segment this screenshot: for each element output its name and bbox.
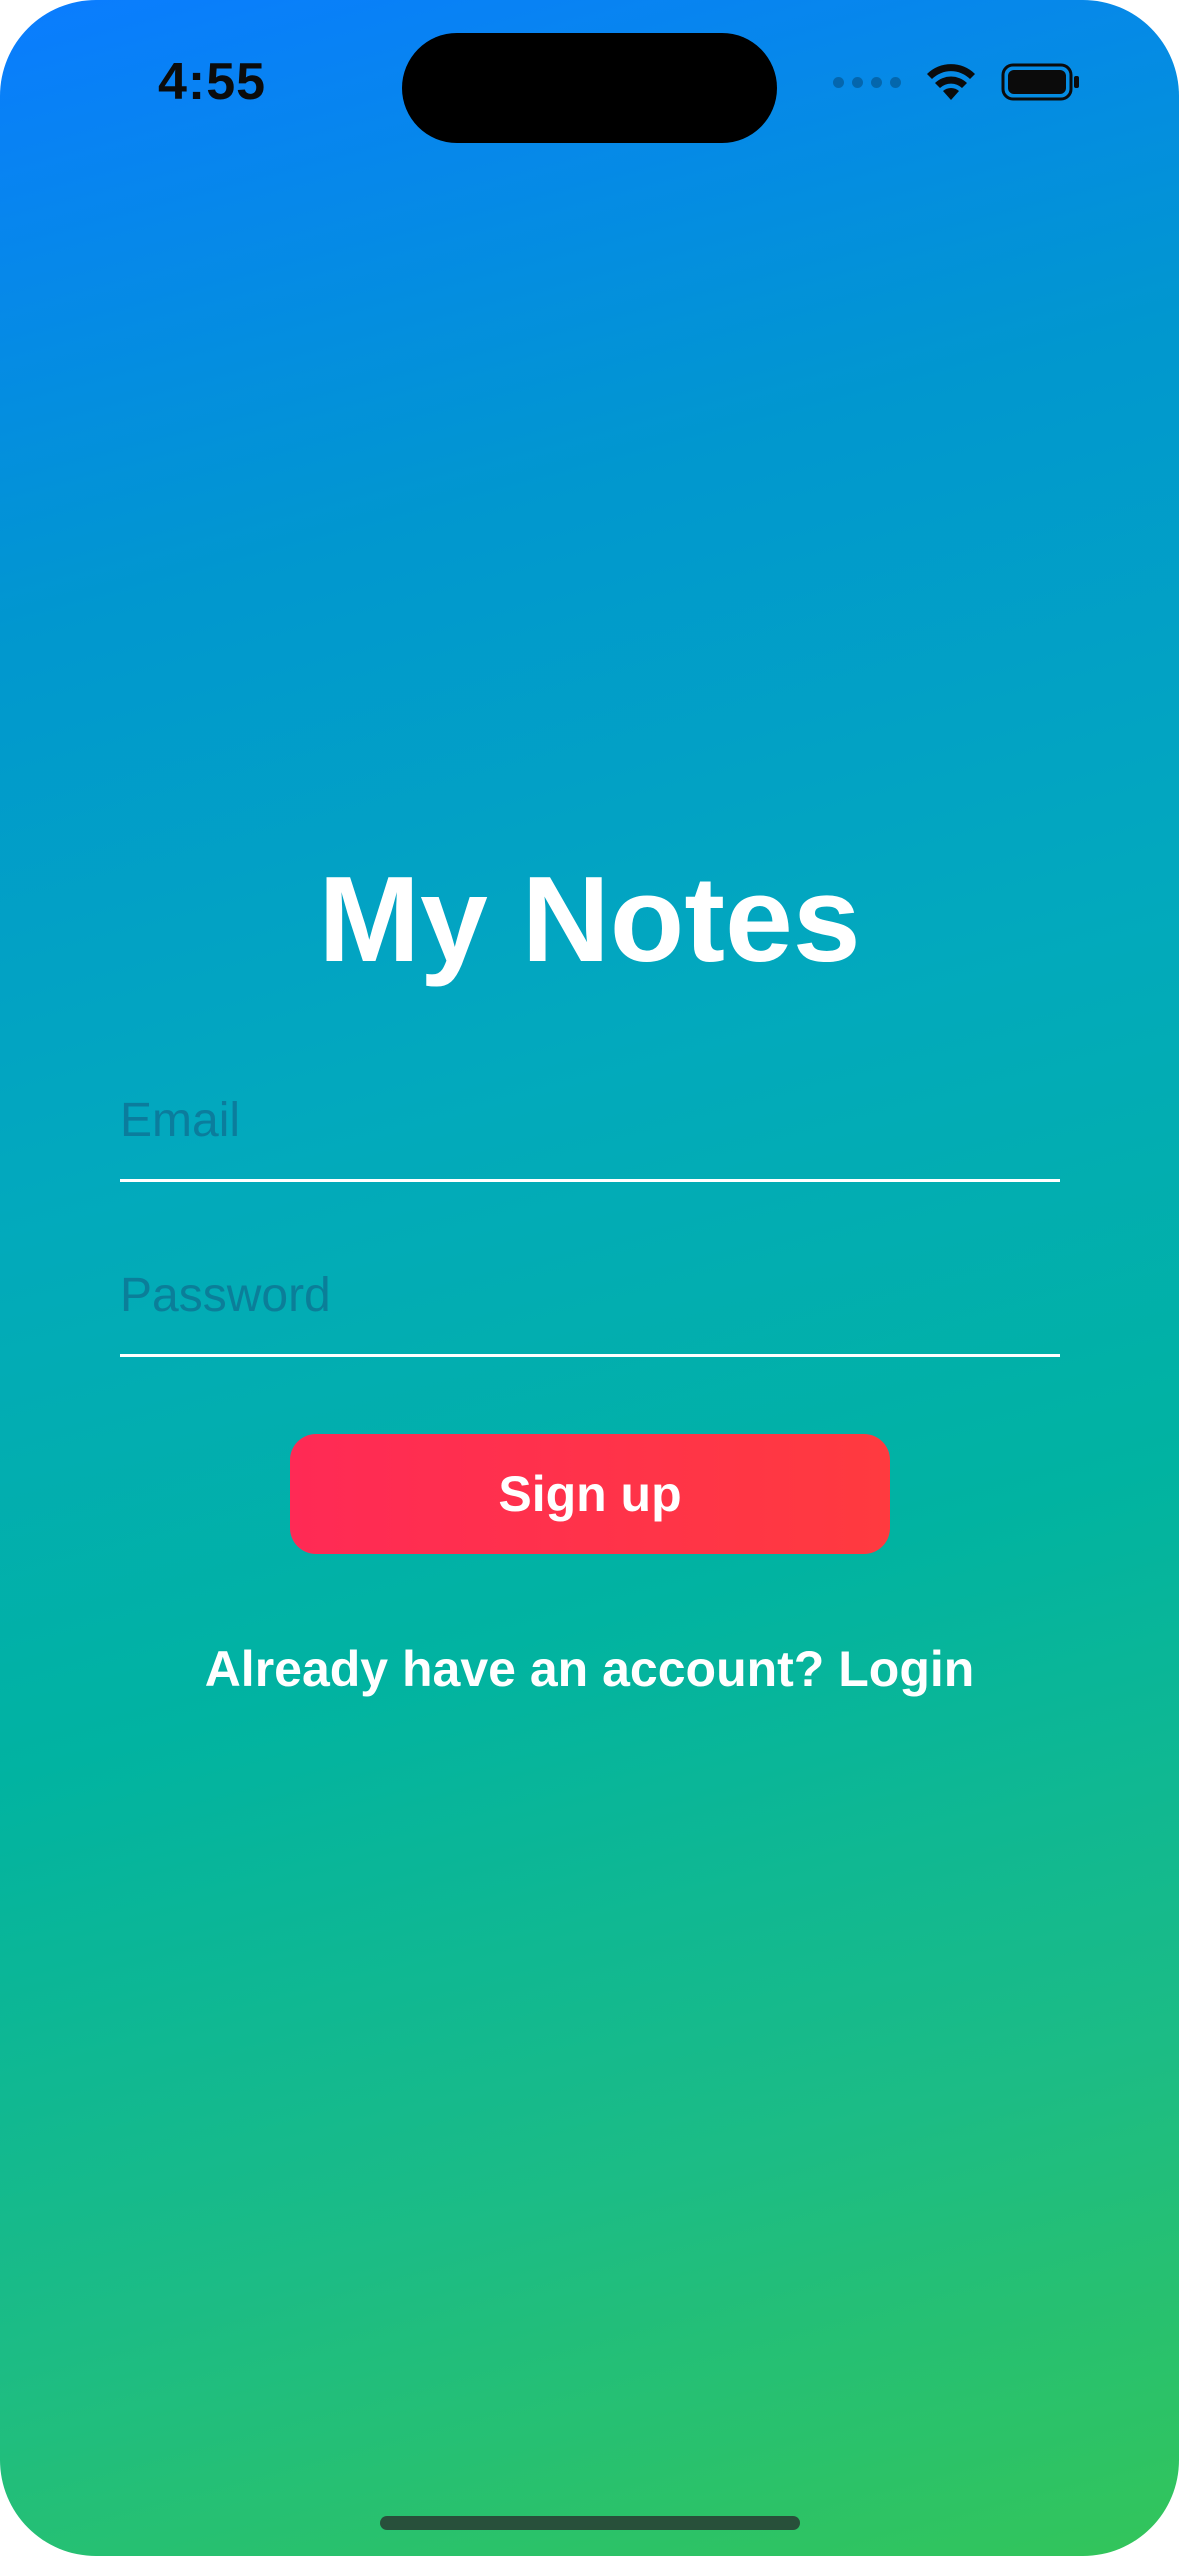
status-icons (833, 62, 1081, 102)
signup-screen: 4:55 My Notes Sign up Already have an ac… (0, 0, 1179, 2556)
signup-button[interactable]: Sign up (290, 1434, 890, 1554)
cellular-signal-icon (833, 76, 901, 88)
login-link[interactable]: Already have an account? Login (0, 1640, 1179, 1698)
password-field-container (120, 1260, 1060, 1357)
wifi-icon (927, 64, 975, 100)
password-underline (120, 1354, 1060, 1357)
email-field-container (120, 1085, 1060, 1182)
app-title: My Notes (318, 851, 861, 987)
password-field[interactable] (120, 1260, 1060, 1330)
email-underline (120, 1179, 1060, 1182)
email-field[interactable] (120, 1085, 1060, 1155)
dynamic-island (402, 33, 777, 143)
status-time: 4:55 (158, 53, 267, 111)
battery-full-icon (1001, 63, 1079, 101)
home-indicator[interactable] (380, 2516, 800, 2530)
